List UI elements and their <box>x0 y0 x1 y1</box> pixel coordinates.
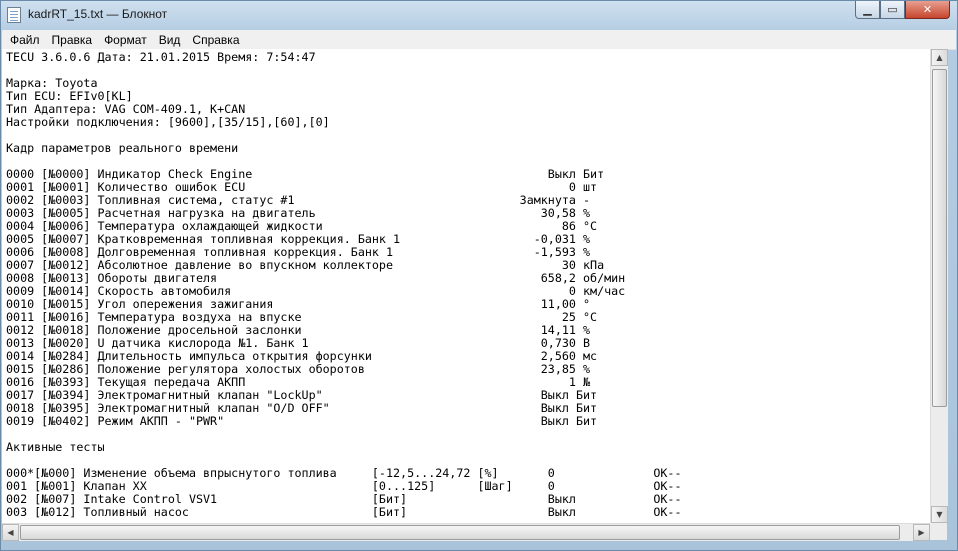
arrow-down-icon: ▼ <box>936 510 943 519</box>
text-line: Активные тесты <box>6 440 105 454</box>
text-editor[interactable]: TECU 3.6.0.6 Дата: 21.01.2015 Время: 7:5… <box>2 49 930 523</box>
text-line: Настройки подключения: [9600],[35/15],[6… <box>6 115 330 129</box>
menu-file[interactable]: Файл <box>2 33 46 47</box>
arrow-right-icon: ▶ <box>918 528 925 537</box>
minimize-button[interactable]: ▁ <box>855 1 880 19</box>
document-text[interactable]: TECU 3.6.0.6 Дата: 21.01.2015 Время: 7:5… <box>6 51 682 519</box>
menu-edit[interactable]: Правка <box>46 33 99 47</box>
window-controls: ▁ ▭ ✕ <box>855 1 950 19</box>
close-button[interactable]: ✕ <box>905 1 950 19</box>
notepad-window: kadrRT_15.txt — Блокнот ▁ ▭ ✕ Файл Правк… <box>0 0 958 551</box>
scroll-left-button[interactable]: ◀ <box>2 524 19 541</box>
text-line <box>6 428 682 441</box>
maximize-icon: ▭ <box>887 3 898 16</box>
text-line <box>6 64 682 77</box>
menu-help[interactable]: Справка <box>186 33 245 47</box>
text-line: 003 [№012] Топливный насос [Бит] Выкл OK… <box>6 505 682 519</box>
arrow-up-icon: ▲ <box>936 53 943 62</box>
scroll-up-button[interactable]: ▲ <box>931 49 948 66</box>
window-bottom-frame <box>1 540 957 551</box>
scroll-right-button[interactable]: ▶ <box>913 524 930 541</box>
text-line: TECU 3.6.0.6 Дата: 21.01.2015 Время: 7:5… <box>6 50 316 64</box>
text-line: Кадр параметров реального времени <box>6 141 239 155</box>
scroll-down-button[interactable]: ▼ <box>931 506 948 523</box>
scrollbar-corner <box>930 523 947 540</box>
menu-view[interactable]: Вид <box>153 33 187 47</box>
notepad-icon[interactable] <box>7 7 21 23</box>
window-title: kadrRT_15.txt — Блокнот <box>28 7 168 21</box>
horizontal-scroll-thumb[interactable] <box>20 525 900 540</box>
close-icon: ✕ <box>922 3 933 16</box>
title-bar[interactable]: kadrRT_15.txt — Блокнот ▁ ▭ ✕ <box>1 1 957 30</box>
horizontal-scrollbar[interactable]: ◀ ▶ <box>2 523 930 541</box>
arrow-left-icon: ◀ <box>7 528 14 537</box>
minimize-icon: ▁ <box>863 3 872 16</box>
text-line: 0019 [№0402] Режим АКПП - "PWR" Выкл Бит <box>6 414 598 428</box>
vertical-scrollbar[interactable]: ▲ ▼ <box>930 49 948 523</box>
vertical-scroll-thumb[interactable] <box>932 69 947 407</box>
menu-bar: Файл Правка Формат Вид Справка <box>2 30 956 50</box>
maximize-button[interactable]: ▭ <box>880 1 905 19</box>
menu-format[interactable]: Формат <box>98 33 153 47</box>
